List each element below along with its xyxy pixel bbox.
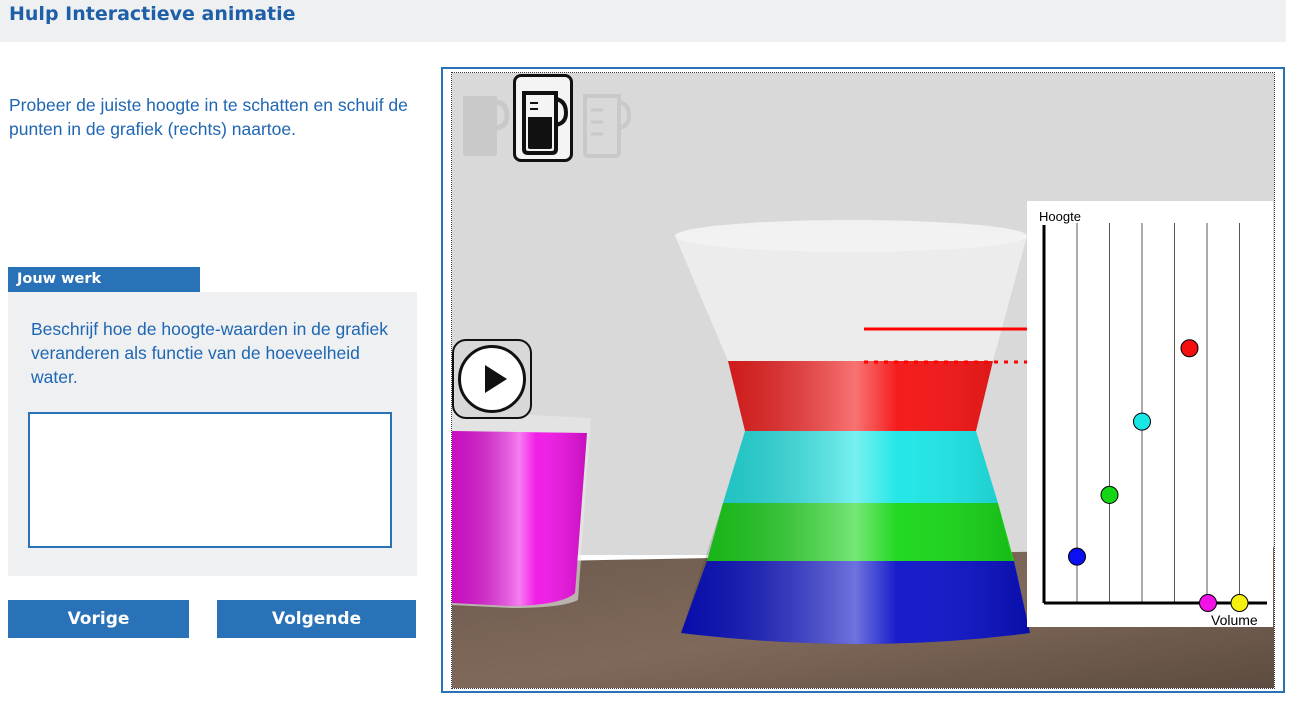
data-point[interactable] xyxy=(1068,547,1086,566)
play-icon xyxy=(458,345,526,413)
measuring-beaker-tool[interactable] xyxy=(575,74,635,162)
next-button[interactable]: Volgende xyxy=(217,600,416,638)
data-point[interactable] xyxy=(1180,339,1199,358)
page-title: Hulp Interactieve animatie xyxy=(9,3,296,25)
previous-button[interactable]: Vorige xyxy=(8,600,189,638)
y-axis-label: Hoogte xyxy=(1039,209,1081,224)
drinking-glass xyxy=(452,411,591,608)
instruction-text: Probeer de juiste hoogte in te schatten … xyxy=(9,95,408,139)
work-description: Beschrijf hoe de hoogte-waarden in de gr… xyxy=(31,319,389,387)
data-point[interactable] xyxy=(1133,412,1151,431)
work-tab: Jouw werk xyxy=(8,267,200,293)
empty-beaker-icon xyxy=(463,96,510,156)
empty-beaker-tool[interactable] xyxy=(453,74,513,162)
full-beaker-tool[interactable] xyxy=(513,74,573,162)
x-axis-label: Volume xyxy=(1211,612,1258,627)
graph-panel: Hoogte Volume xyxy=(1027,201,1273,627)
play-button[interactable] xyxy=(452,339,532,419)
data-point[interactable] xyxy=(1230,594,1249,612)
data-point[interactable] xyxy=(1199,594,1217,612)
answer-textarea[interactable] xyxy=(28,412,392,548)
header-bar: Hulp Interactieve animatie xyxy=(0,0,1286,42)
data-point[interactable] xyxy=(1100,485,1119,504)
height-volume-graph[interactable]: Hoogte Volume xyxy=(1027,201,1273,627)
work-tab-label: Jouw werk xyxy=(17,271,102,287)
work-panel: Beschrijf hoe de hoogte-waarden in de gr… xyxy=(8,292,417,576)
full-beaker-icon xyxy=(522,91,569,155)
measuring-beaker-icon xyxy=(583,94,632,158)
